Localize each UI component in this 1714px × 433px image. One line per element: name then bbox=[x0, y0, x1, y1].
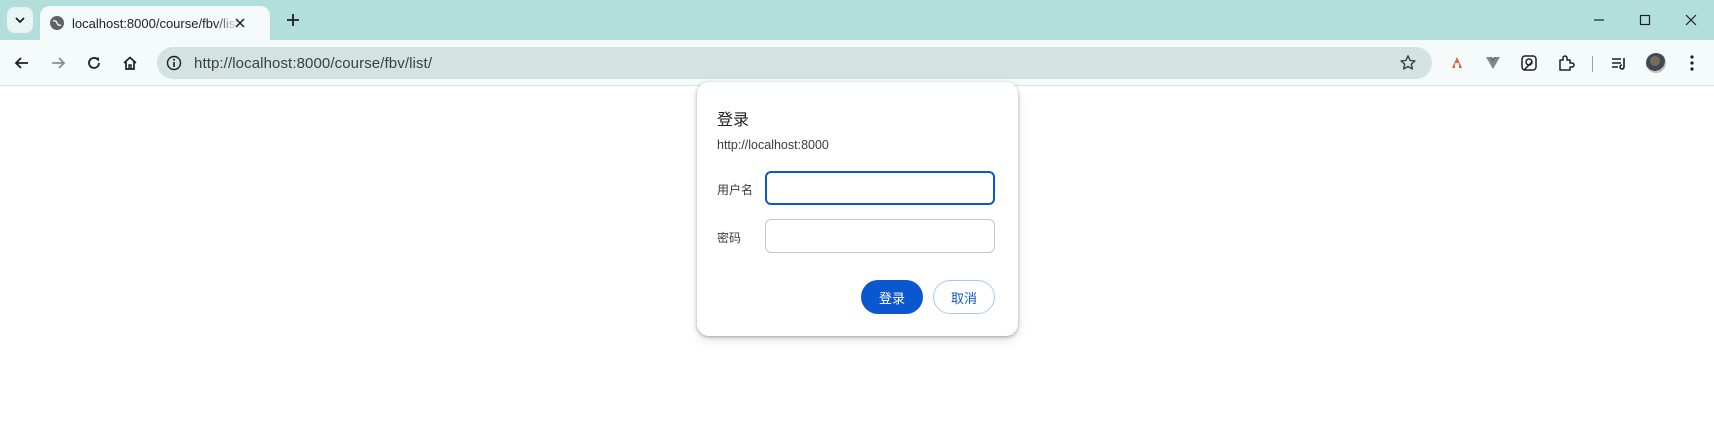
dialog-origin: http://localhost:8000 bbox=[717, 138, 829, 152]
forward-button[interactable] bbox=[46, 51, 70, 75]
chevron-down-icon bbox=[15, 17, 25, 24]
tab-strip: localhost:8000/course/fbv/list/ bbox=[0, 0, 1714, 40]
maximize-button[interactable] bbox=[1633, 8, 1657, 32]
password-input[interactable] bbox=[765, 219, 995, 253]
profile-avatar[interactable] bbox=[1646, 53, 1666, 73]
password-label: 密码 bbox=[717, 231, 742, 245]
minimize-icon bbox=[1594, 19, 1604, 21]
bookmark-star-icon[interactable] bbox=[1398, 53, 1418, 73]
home-icon bbox=[123, 56, 137, 70]
browser-toolbar: http://localhost:8000/course/fbv/list/ bbox=[0, 40, 1714, 86]
address-bar[interactable]: http://localhost:8000/course/fbv/list/ bbox=[157, 47, 1432, 79]
reload-icon bbox=[88, 57, 100, 69]
active-tab[interactable]: localhost:8000/course/fbv/list/ bbox=[40, 6, 270, 40]
dialog-title: 登录 bbox=[717, 112, 750, 129]
extension-translate-icon[interactable] bbox=[1518, 52, 1540, 74]
minimize-button[interactable] bbox=[1587, 8, 1611, 32]
arrow-left-icon bbox=[14, 57, 28, 69]
close-window-button[interactable] bbox=[1679, 8, 1703, 32]
globe-icon bbox=[50, 16, 64, 30]
close-tab-icon[interactable] bbox=[232, 15, 248, 31]
username-input[interactable] bbox=[765, 171, 995, 205]
maximize-icon bbox=[1639, 14, 1651, 26]
toolbar-divider bbox=[1592, 56, 1593, 72]
close-icon bbox=[1685, 14, 1697, 26]
home-button[interactable] bbox=[118, 51, 142, 75]
site-info-icon[interactable] bbox=[163, 52, 185, 74]
plus-icon bbox=[287, 14, 299, 26]
extension-red-icon[interactable] bbox=[1446, 52, 1468, 74]
new-tab-button[interactable] bbox=[283, 10, 303, 30]
http-auth-dialog: 登录 http://localhost:8000 用户名 密码 登录 取消 bbox=[697, 82, 1018, 336]
cancel-button[interactable]: 取消 bbox=[933, 280, 995, 314]
reload-button[interactable] bbox=[82, 51, 106, 75]
extensions-puzzle-icon[interactable] bbox=[1555, 52, 1577, 74]
menu-more-icon[interactable] bbox=[1681, 52, 1703, 74]
username-label: 用户名 bbox=[717, 183, 754, 197]
reading-list-icon[interactable] bbox=[1608, 52, 1630, 74]
login-button[interactable]: 登录 bbox=[861, 280, 923, 314]
arrow-right-icon bbox=[52, 57, 66, 69]
tab-title: localhost:8000/course/fbv/list/ bbox=[72, 15, 240, 31]
extension-vue-icon[interactable] bbox=[1482, 52, 1504, 74]
tab-search-button[interactable] bbox=[7, 7, 33, 33]
back-button[interactable] bbox=[10, 51, 34, 75]
url-text: http://localhost:8000/course/fbv/list/ bbox=[194, 54, 433, 72]
